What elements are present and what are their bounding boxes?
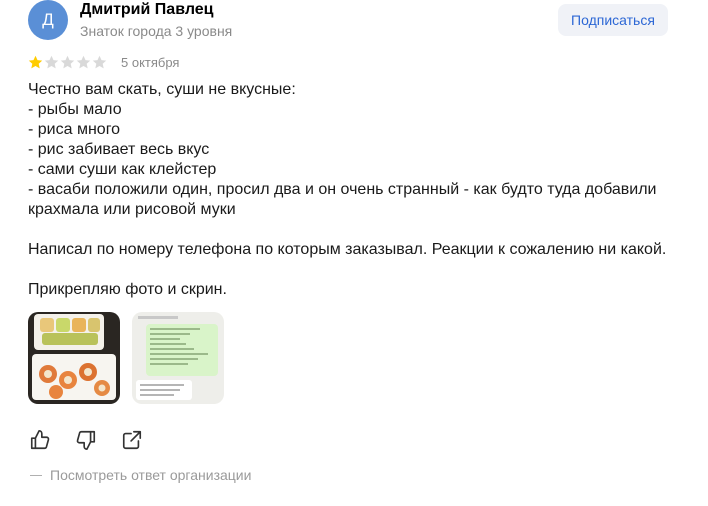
chat-screenshot-photo[interactable] (132, 312, 224, 404)
review-line: - сами суши как клейстер (28, 161, 217, 178)
star-filled-icon (28, 55, 43, 69)
author-badge: Знаток города 3 уровня (80, 23, 233, 39)
author-name[interactable]: Дмитрий Павлец (80, 1, 214, 19)
like-button[interactable] (28, 428, 52, 452)
review-line: - рис забивает весь вкус (28, 141, 210, 158)
review-card: Д Дмитрий Павлец Знаток города 3 уровня … (0, 0, 708, 506)
rating-stars (28, 55, 107, 70)
review-line: Написал по номеру телефона по которым за… (28, 241, 667, 258)
star-empty-icon (92, 55, 107, 69)
star-empty-icon (60, 55, 75, 69)
star-empty-icon (76, 55, 91, 69)
share-icon (122, 430, 142, 450)
org-reply-link[interactable]: Посмотреть ответ организации (30, 467, 251, 483)
dislike-icon (76, 430, 96, 450)
org-reply-label[interactable]: Посмотреть ответ организации (50, 467, 251, 483)
avatar[interactable]: Д (28, 0, 68, 40)
review-line: - риса много (28, 121, 121, 138)
share-button[interactable] (120, 428, 144, 452)
review-photos (28, 312, 224, 404)
review-date: 5 октября (121, 55, 180, 70)
sushi-photo[interactable] (28, 312, 120, 404)
dash-icon (30, 474, 42, 476)
star-empty-icon (44, 55, 59, 69)
like-icon (30, 430, 50, 450)
review-actions (28, 428, 144, 452)
review-line: - васаби положили один, просил два и он … (28, 181, 657, 198)
review-line: Прикрепляю фото и скрин. (28, 281, 227, 298)
review-line: крахмала или рисовой муки (28, 201, 236, 218)
review-line: - рыбы мало (28, 101, 122, 118)
dislike-button[interactable] (74, 428, 98, 452)
review-line: Честно вам скать, суши не вкусные: (28, 81, 296, 98)
review-text: Честно вам скать, суши не вкусные: - рыб… (28, 80, 688, 300)
rating-row: 5 октября (28, 55, 179, 70)
subscribe-button[interactable]: Подписаться (558, 4, 668, 36)
